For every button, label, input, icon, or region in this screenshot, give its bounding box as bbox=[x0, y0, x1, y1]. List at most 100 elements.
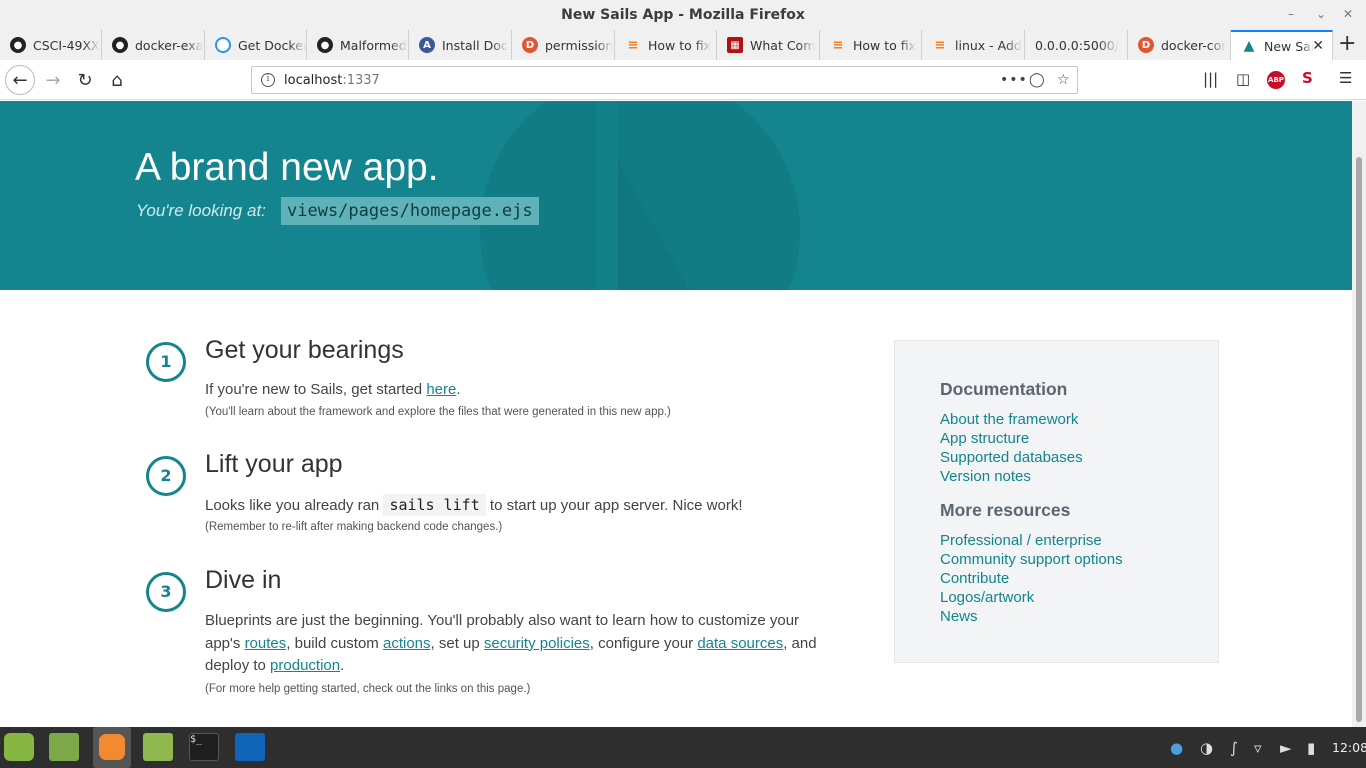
production-link[interactable]: production bbox=[270, 657, 340, 674]
step-number-badge: 2 bbox=[146, 456, 186, 496]
vscode-icon[interactable] bbox=[235, 733, 265, 761]
stackoverflow-icon: ≡ bbox=[934, 37, 946, 53]
stackoverflow-icon: ≡ bbox=[627, 37, 639, 53]
window-titlebar: New Sails App - Mozilla Firefox – ⌄ ✕ bbox=[0, 0, 1366, 30]
wifi-icon[interactable]: ▿ bbox=[1254, 739, 1262, 757]
tab-strip: ● CSCI-49XX ● docker-exa Get Docker ● Ma… bbox=[0, 30, 1366, 60]
adblock-plus-icon[interactable]: ABP bbox=[1267, 71, 1285, 89]
firefox-taskbar-button[interactable] bbox=[93, 727, 131, 768]
taskbar-clock[interactable]: 12:08 bbox=[1332, 740, 1366, 755]
url-bar[interactable]: i localhost:1337 ••• ◯ ☆ bbox=[251, 66, 1078, 94]
resources-links: Professional / enterprise Community supp… bbox=[940, 531, 1123, 626]
duckduckgo-icon: D bbox=[1138, 37, 1154, 53]
page-actions-icon[interactable]: ••• bbox=[1000, 72, 1028, 88]
sails-icon: ▲ bbox=[1243, 38, 1255, 54]
tab-label: docker-exa bbox=[135, 37, 204, 53]
browser-tab[interactable]: A Install Doc bbox=[409, 30, 512, 60]
step-body: Looks like you already ran sails lift to… bbox=[205, 494, 743, 516]
view-path-code: views/pages/homepage.ejs bbox=[281, 197, 539, 225]
data-sources-link[interactable]: data sources bbox=[697, 635, 783, 652]
browser-tab[interactable]: ≡ How to fix bbox=[820, 30, 922, 60]
site-info-icon[interactable]: i bbox=[261, 73, 275, 87]
minimize-icon[interactable]: – bbox=[1282, 5, 1300, 23]
browser-tab[interactable]: ● CSCI-49XX bbox=[0, 30, 102, 60]
install-docs-icon: A bbox=[419, 37, 435, 53]
browser-tab[interactable]: ● docker-exa bbox=[102, 30, 205, 60]
window-title: New Sails App - Mozilla Firefox bbox=[561, 7, 805, 23]
docker-docs-icon bbox=[215, 37, 231, 53]
bookmark-star-icon[interactable]: ☆ bbox=[1057, 72, 1070, 88]
mint-menu-icon[interactable] bbox=[4, 733, 34, 761]
resource-link-logos-artwork[interactable]: Logos/artwork bbox=[940, 588, 1123, 607]
doc-link-app-structure[interactable]: App structure bbox=[940, 429, 1083, 448]
browser-tab[interactable]: D permission bbox=[512, 30, 615, 60]
forward-arrow-icon[interactable]: → bbox=[39, 66, 67, 94]
tab-label: Install Doc bbox=[442, 37, 508, 53]
library-icon[interactable]: ||| bbox=[1203, 70, 1218, 88]
browser-tab[interactable]: ● Malformed bbox=[307, 30, 409, 60]
files-icon[interactable] bbox=[143, 733, 173, 761]
navigation-bar: ← → ↻ ⌂ i localhost:1337 ••• ◯ ☆ ||| ◫ A… bbox=[0, 60, 1366, 100]
step-note: (For more help getting started, check ou… bbox=[205, 683, 531, 695]
reload-icon[interactable]: ↻ bbox=[71, 66, 99, 94]
bluetooth-icon[interactable]: ∫ bbox=[1230, 739, 1238, 757]
browser-tab[interactable]: ▦ What Com bbox=[717, 30, 820, 60]
home-icon[interactable]: ⌂ bbox=[103, 66, 131, 94]
back-arrow-icon[interactable]: ← bbox=[5, 65, 35, 95]
page-content: A brand new app. You're looking at: view… bbox=[0, 101, 1352, 727]
browser-tab[interactable]: 0.0.0.0:5000/ bbox=[1025, 30, 1128, 60]
github-icon: ● bbox=[112, 37, 128, 53]
more-resources-heading: More resources bbox=[940, 500, 1071, 520]
sails-lift-code: sails lift bbox=[383, 494, 486, 516]
browser-tab-active[interactable]: ▲ New Sai ✕ bbox=[1231, 30, 1333, 60]
step-body: If you're new to Sails, get started here… bbox=[205, 381, 461, 398]
new-tab-icon[interactable]: + bbox=[1338, 33, 1356, 55]
resource-link-professional[interactable]: Professional / enterprise bbox=[940, 531, 1123, 550]
browser-tab[interactable]: Get Docker bbox=[205, 30, 307, 60]
terminal-icon[interactable]: $_ bbox=[189, 733, 219, 761]
page-scrollbar[interactable] bbox=[1352, 101, 1366, 727]
scrollbar-thumb[interactable] bbox=[1356, 157, 1362, 722]
resource-link-contribute[interactable]: Contribute bbox=[940, 569, 1123, 588]
security-policies-link[interactable]: security policies bbox=[484, 635, 590, 652]
desktop-taskbar: $_ ● ◑ ∫ ▿ ► ▮ 12:08 bbox=[0, 727, 1366, 768]
show-desktop-icon[interactable] bbox=[49, 733, 79, 761]
resource-link-community-support[interactable]: Community support options bbox=[940, 550, 1123, 569]
tab-label: How to fix bbox=[648, 37, 712, 53]
tab-label: Malformed bbox=[340, 37, 407, 53]
tab-label: 0.0.0.0:5000/ bbox=[1035, 37, 1119, 53]
shield-icon[interactable]: ◑ bbox=[1200, 739, 1213, 757]
actions-link[interactable]: actions bbox=[383, 635, 431, 652]
pocket-icon[interactable]: ◯ bbox=[1029, 72, 1045, 88]
grid-site-icon: ▦ bbox=[727, 37, 743, 53]
github-icon: ● bbox=[317, 37, 333, 53]
step-number-badge: 1 bbox=[146, 342, 186, 382]
browser-tab[interactable]: D docker-cor bbox=[1128, 30, 1231, 60]
tab-label: docker-cor bbox=[1161, 37, 1227, 53]
sidebar-icon[interactable]: ◫ bbox=[1236, 70, 1250, 88]
tab-label: CSCI-49XX bbox=[33, 37, 100, 53]
doc-link-supported-databases[interactable]: Supported databases bbox=[940, 448, 1083, 467]
tab-label: New Sai bbox=[1264, 38, 1315, 54]
volume-icon[interactable]: ► bbox=[1280, 739, 1292, 757]
step-title: Get your bearings bbox=[205, 336, 404, 364]
zoom-video-icon[interactable]: ● bbox=[1170, 739, 1183, 757]
browser-tab[interactable]: ≡ How to fix bbox=[615, 30, 717, 60]
doc-link-version-notes[interactable]: Version notes bbox=[940, 467, 1083, 486]
tab-label: What Com bbox=[750, 37, 816, 53]
stackoverflow-icon: ≡ bbox=[832, 37, 844, 53]
resource-link-news[interactable]: News bbox=[940, 607, 1123, 626]
browser-tab[interactable]: ≡ linux - Add bbox=[922, 30, 1025, 60]
url-text[interactable]: localhost:1337 bbox=[284, 73, 380, 88]
doc-link-about-framework[interactable]: About the framework bbox=[940, 410, 1083, 429]
hamburger-menu-icon[interactable]: ☰ bbox=[1339, 69, 1352, 87]
close-tab-icon[interactable]: ✕ bbox=[1312, 38, 1324, 54]
extension-s-icon[interactable]: S bbox=[1302, 69, 1313, 87]
close-window-icon[interactable]: ✕ bbox=[1339, 5, 1357, 23]
maximize-icon[interactable]: ⌄ bbox=[1312, 5, 1330, 23]
routes-link[interactable]: routes bbox=[245, 635, 287, 652]
get-started-link[interactable]: here bbox=[426, 381, 456, 398]
documentation-heading: Documentation bbox=[940, 379, 1068, 399]
battery-icon[interactable]: ▮ bbox=[1307, 739, 1315, 757]
duckduckgo-icon: D bbox=[522, 37, 538, 53]
